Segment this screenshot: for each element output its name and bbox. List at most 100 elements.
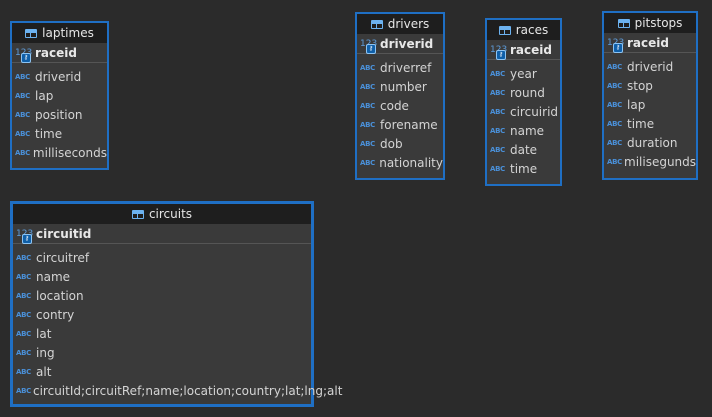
column-row[interactable]: ABC driverid [604,57,696,76]
table-pitstops[interactable]: pitstops 123⚷ raceid ABC driverid ABC stop… [602,11,698,180]
text-type-icon: ABC [16,386,31,395]
text-type-icon: ABC [490,145,505,154]
table-title: drivers [387,17,430,31]
text-type-icon: ABC [607,157,622,166]
column-name: lap [35,88,54,103]
column-row[interactable]: ABC alt [13,362,311,381]
text-type-icon: ABC [360,63,375,72]
column-row[interactable]: ABC dob [357,134,443,153]
column-name: forename [380,117,438,132]
column-row[interactable]: ABC round [487,83,560,102]
field-list: ABC driverid ABC stop ABC lap ABC time ABC du… [604,53,696,171]
column-name: lap [627,97,646,112]
column-row[interactable]: ABC time [487,159,560,178]
primary-key-row[interactable]: 123⚷ raceid [604,33,696,53]
column-row[interactable]: ABC circuitId;circuitRef;name;location;co… [13,381,342,400]
column-name: number [380,79,427,94]
column-name: circuitId;circuitRef;name;location;count… [33,383,343,398]
table-header: races [487,20,560,40]
column-name: alt [36,364,52,379]
column-row[interactable]: ABC time [12,124,107,143]
column-name: driverid [35,69,82,84]
column-name: name [36,269,71,284]
numeric-key-icon: 123⚷ [607,38,625,53]
table-races[interactable]: races 123⚷ raceid ABC year ABC round ABC ci… [485,18,562,186]
text-type-icon: ABC [360,139,375,148]
text-type-icon: ABC [15,148,30,157]
column-row[interactable]: ABC lap [12,86,107,105]
text-type-icon: ABC [16,348,31,357]
table-title: circuits [148,207,193,221]
column-name: position [35,107,83,122]
column-row[interactable]: ABC circuirid [487,102,560,121]
primary-key-row[interactable]: 123⚷ driverid [357,34,443,54]
column-row[interactable]: ABC stop [604,76,696,95]
field-list: ABC circuitref ABC name ABC location ABC con… [13,244,342,400]
column-row[interactable]: ABC name [487,121,560,140]
column-name: circuitref [36,250,90,265]
column-row[interactable]: ABC year [487,64,560,83]
numeric-key-icon: 123⚷ [15,48,33,63]
text-type-icon: ABC [15,129,30,138]
column-row[interactable]: ABC ing [13,343,311,362]
text-type-icon: ABC [16,329,31,338]
column-row[interactable]: ABC nationality [357,153,443,172]
column-name: name [510,123,545,138]
text-type-icon: ABC [16,272,31,281]
column-row[interactable]: ABC name [13,267,311,286]
column-name: ing [36,345,55,360]
column-row[interactable]: ABC driverref [357,58,443,77]
table-header: pitstops [604,13,696,33]
text-type-icon: ABC [490,88,505,97]
column-name: driverid [627,59,674,74]
table-icon [25,28,38,38]
column-name: stop [627,78,653,93]
column-row[interactable]: ABC time [604,114,696,133]
column-name: time [35,126,63,141]
column-row[interactable]: ABC driverid [12,67,107,86]
column-row[interactable]: ABC lat [13,324,311,343]
table-icon [131,209,144,219]
text-type-icon: ABC [15,72,30,81]
column-row[interactable]: ABC lap [604,95,696,114]
text-type-icon: ABC [360,158,375,167]
column-row[interactable]: ABC code [357,96,443,115]
column-name: date [510,142,538,157]
column-row[interactable]: ABC milisegunds [604,152,696,171]
column-row[interactable]: ABC contry [13,305,311,324]
table-header: circuits [13,204,311,224]
text-type-icon: ABC [607,119,622,128]
primary-key-row[interactable]: 123⚷ raceid [487,40,560,60]
field-list: ABC driverref ABC number ABC code ABC forena… [357,54,443,172]
column-row[interactable]: ABC milliseconds [12,143,107,162]
text-type-icon: ABC [360,120,375,129]
column-row[interactable]: ABC number [357,77,443,96]
column-name: contry [36,307,75,322]
column-row[interactable]: ABC forename [357,115,443,134]
table-laptimes[interactable]: laptimes 123⚷ raceid ABC driverid ABC lap … [10,21,109,170]
column-name: circuitid [36,226,92,241]
text-type-icon: ABC [16,291,31,300]
column-name: dob [380,136,403,151]
text-type-icon: ABC [607,138,622,147]
primary-key-row[interactable]: 123⚷ circuitid [13,224,311,244]
field-list: ABC year ABC round ABC circuirid ABC name AB… [487,60,560,178]
primary-key-row[interactable]: 123⚷ raceid [12,43,107,63]
column-name: raceid [510,42,552,57]
text-type-icon: ABC [490,107,505,116]
numeric-key-icon: 123⚷ [360,39,378,54]
text-type-icon: ABC [16,367,31,376]
column-row[interactable]: ABC date [487,140,560,159]
table-drivers[interactable]: drivers 123⚷ driverid ABC driverref ABC nu… [355,12,445,180]
column-row[interactable]: ABC position [12,105,107,124]
column-name: lat [36,326,52,341]
column-name: year [510,66,537,81]
text-type-icon: ABC [360,82,375,91]
column-name: duration [627,135,678,150]
text-type-icon: ABC [16,253,31,262]
column-name: raceid [627,35,669,50]
column-row[interactable]: ABC location [13,286,311,305]
column-row[interactable]: ABC circuitref [13,248,311,267]
column-row[interactable]: ABC duration [604,133,696,152]
table-circuits[interactable]: circuits 123⚷ circuitid ABC circuitref AB… [10,201,342,407]
